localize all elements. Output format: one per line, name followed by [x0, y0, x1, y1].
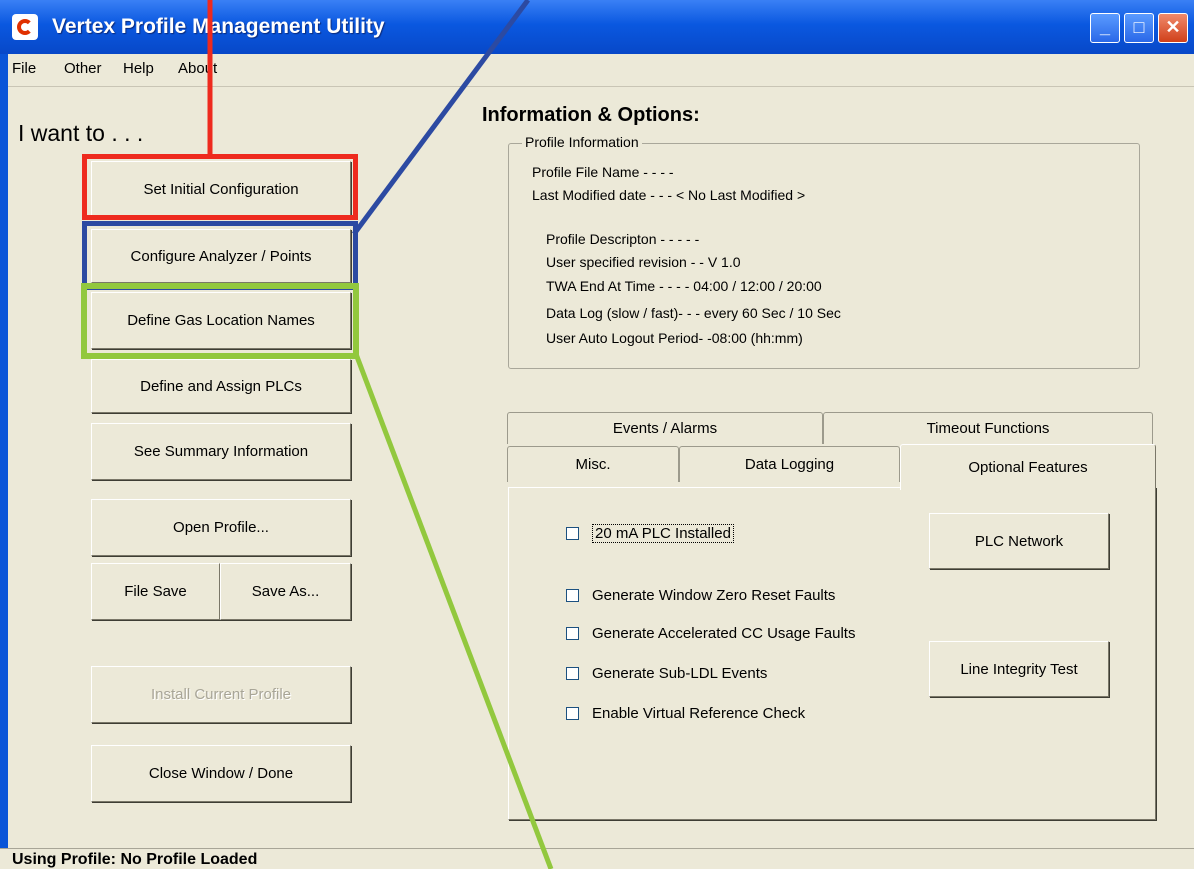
install-current-profile-button[interactable]: Install Current Profile — [91, 666, 351, 723]
line-integrity-test-button[interactable]: Line Integrity Test — [929, 641, 1109, 697]
tab-timeout-functions[interactable]: Timeout Functions — [823, 412, 1153, 444]
action-heading: I want to . . . — [18, 120, 144, 146]
menu-file[interactable]: File — [12, 60, 36, 77]
minimize-button[interactable]: _ — [1090, 13, 1120, 43]
status-profile-text: Using Profile: No Profile Loaded — [12, 851, 258, 868]
cc-usage-faults-label: Generate Accelerated CC Usage Faults — [592, 625, 856, 642]
define-assign-plcs-button[interactable]: Define and Assign PLCs — [91, 359, 351, 413]
zero-reset-faults-label: Generate Window Zero Reset Faults — [592, 587, 836, 604]
save-as-button[interactable]: Save As... — [220, 563, 351, 620]
set-initial-configuration-button[interactable]: Set Initial Configuration — [91, 161, 351, 218]
cc-usage-faults-option[interactable]: Generate Accelerated CC Usage Faults — [566, 625, 855, 642]
window-title: Vertex Profile Management Utility — [52, 15, 385, 38]
profile-file-name: Profile File Name - - - - — [532, 164, 674, 180]
open-profile-button[interactable]: Open Profile... — [91, 499, 351, 556]
app-logo-icon — [12, 14, 38, 40]
see-summary-information-button[interactable]: See Summary Information — [91, 423, 351, 480]
tab-data-logging[interactable]: Data Logging — [679, 446, 900, 482]
tab-optional-features[interactable]: Optional Features — [900, 444, 1156, 490]
tab-misc[interactable]: Misc. — [507, 446, 679, 482]
virtual-reference-check-option[interactable]: Enable Virtual Reference Check — [566, 705, 805, 722]
menu-other[interactable]: Other — [64, 60, 102, 77]
menu-bar: File Other Help About — [0, 54, 1194, 87]
profile-information-label: Profile Information — [522, 134, 642, 150]
cc-usage-faults-checkbox[interactable] — [566, 627, 579, 640]
tab-events-alarms[interactable]: Events / Alarms — [507, 412, 823, 444]
virtual-reference-check-checkbox[interactable] — [566, 707, 579, 720]
menu-help[interactable]: Help — [123, 60, 154, 77]
file-save-button[interactable]: File Save — [91, 563, 220, 620]
sub-ldl-events-option[interactable]: Generate Sub-LDL Events — [566, 665, 767, 682]
application-window: Vertex Profile Management Utility _ □ ✕ … — [0, 0, 1194, 869]
zero-reset-faults-option[interactable]: Generate Window Zero Reset Faults — [566, 587, 835, 604]
profile-description: Profile Descripton - - - - - — [546, 231, 700, 247]
define-gas-location-names-button[interactable]: Define Gas Location Names — [91, 292, 351, 349]
close-window-done-button[interactable]: Close Window / Done — [91, 745, 351, 802]
twa-end-time: TWA End At Time - - - - 04:00 / 12:00 / … — [546, 278, 822, 294]
maximize-button[interactable]: □ — [1124, 13, 1154, 43]
menu-about[interactable]: About — [178, 60, 217, 77]
information-options-title: Information & Options: — [482, 104, 700, 126]
close-window-button[interactable]: ✕ — [1158, 13, 1188, 43]
plc-network-button[interactable]: PLC Network — [929, 513, 1109, 569]
title-bar[interactable]: Vertex Profile Management Utility _ □ ✕ — [0, 0, 1194, 54]
zero-reset-faults-checkbox[interactable] — [566, 589, 579, 602]
sub-ldl-events-checkbox[interactable] — [566, 667, 579, 680]
configure-analyzer-points-button[interactable]: Configure Analyzer / Points — [91, 229, 351, 283]
plc-installed-label: 20 mA PLC Installed — [592, 524, 734, 543]
user-specified-revision: User specified revision - - V 1.0 — [546, 254, 741, 270]
data-log-interval: Data Log (slow / fast)- - - every 60 Sec… — [546, 305, 841, 321]
plc-installed-checkbox[interactable] — [566, 527, 579, 540]
last-modified-date: Last Modified date - - - < No Last Modif… — [532, 187, 806, 203]
sub-ldl-events-label: Generate Sub-LDL Events — [592, 665, 768, 682]
status-bar: Using Profile: No Profile Loaded — [0, 848, 1194, 869]
plc-installed-option[interactable]: 20 mA PLC Installed — [566, 524, 734, 543]
user-auto-logout-period: User Auto Logout Period- -08:00 (hh:mm) — [546, 330, 803, 346]
window-left-border — [0, 54, 8, 854]
virtual-reference-check-label: Enable Virtual Reference Check — [592, 705, 806, 722]
